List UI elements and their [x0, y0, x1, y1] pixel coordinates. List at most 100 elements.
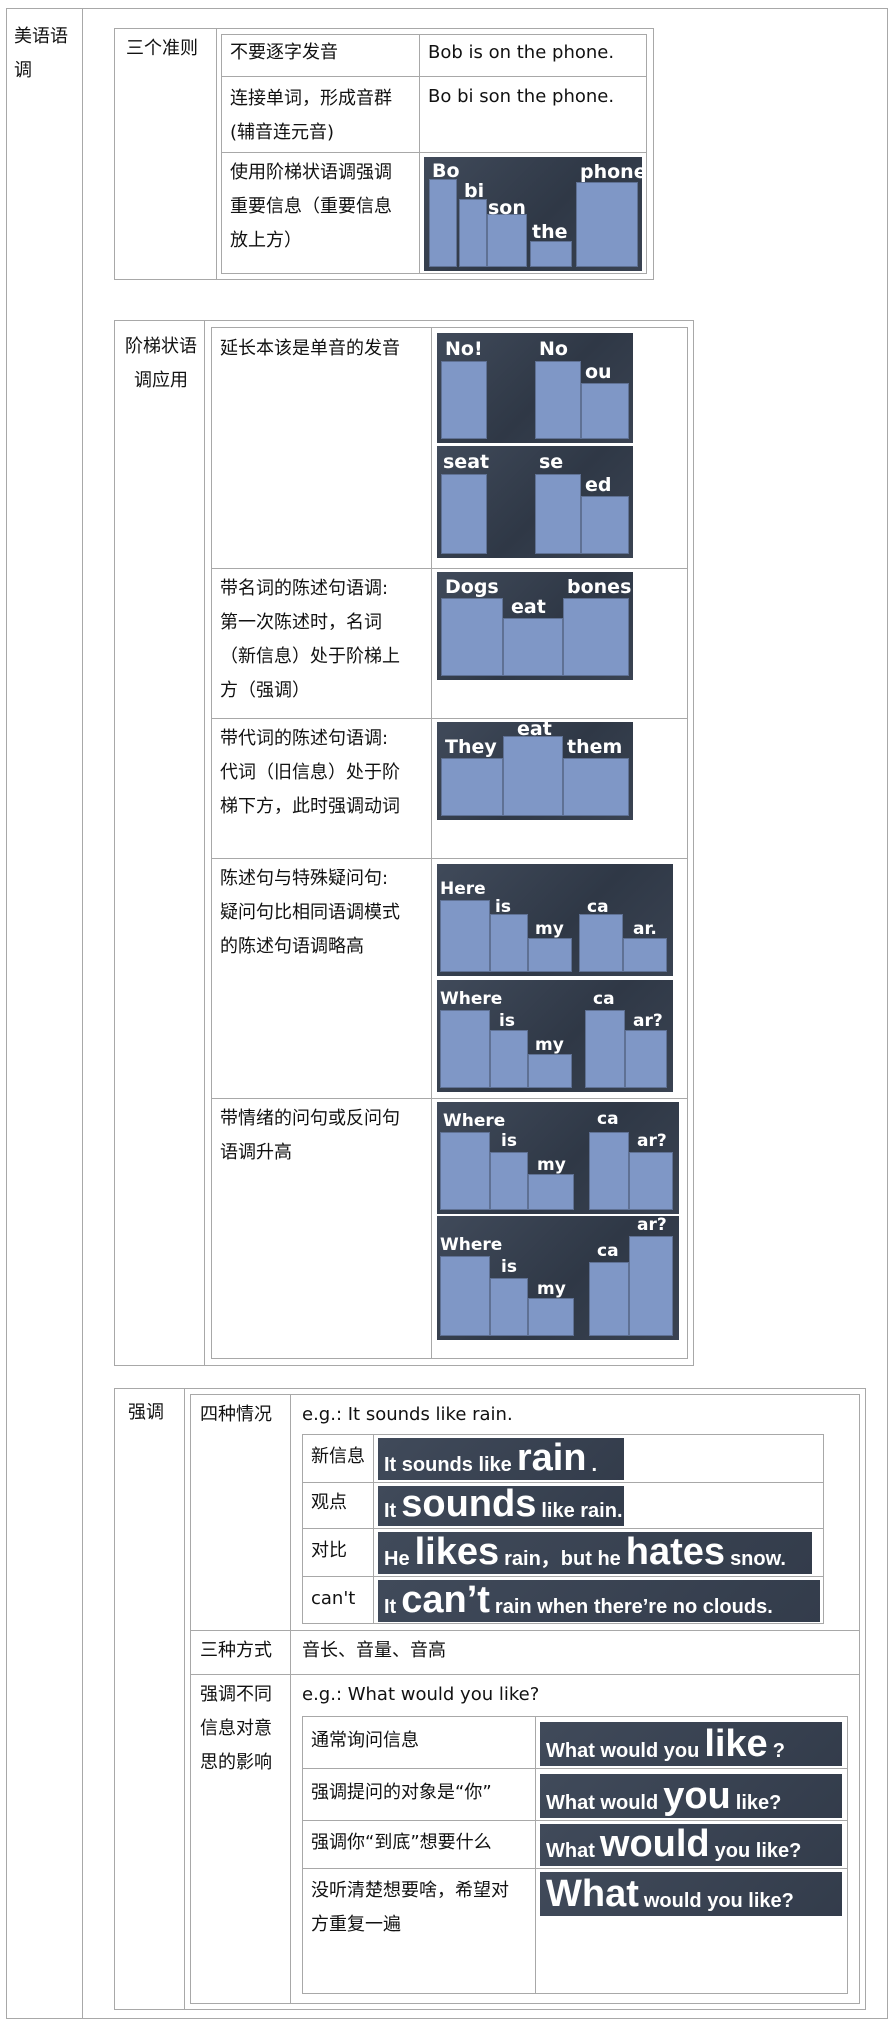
image-here: Here is my ca ar. [437, 864, 673, 976]
word: my [537, 1155, 566, 1175]
stair-5-desc: 带情绪的问句或反问句 语调升高 [220, 1108, 400, 1163]
word: ar? [637, 1216, 667, 1235]
word: ar. [633, 919, 657, 939]
word: se [539, 451, 564, 473]
meaning-example: e.g.: What would you like? [302, 1684, 540, 1705]
stressed-word: hates [625, 1531, 726, 1573]
rule-2-desc: 连接单词，形成音群 (辅音连元音) [230, 88, 392, 143]
ribbon-word: . [591, 1454, 598, 1476]
ribbon-word: like? [735, 1792, 782, 1814]
word: them [567, 736, 623, 758]
word: is [495, 897, 511, 917]
ribbon-word: ? [772, 1740, 785, 1762]
case-label-opinion: 观点 [311, 1492, 347, 1513]
ribbon-word: What would [546, 1792, 659, 1814]
ribbon-word: would you like? [643, 1890, 794, 1912]
ribbon-meaning-1: What would you like? [540, 1774, 842, 1818]
ribbon-word: rain，but he [504, 1548, 621, 1570]
word: my [535, 919, 564, 939]
ribbon-four-1: It sounds like rain. [378, 1483, 624, 1526]
ribbon-word: It sounds like [384, 1454, 512, 1476]
ribbon-word: What would you [546, 1740, 700, 1762]
ribbon-meaning-2: What would you like? [540, 1824, 842, 1866]
word: ca [597, 1241, 619, 1261]
word: ar? [637, 1131, 667, 1151]
image-dogs: Dogs eat bones [437, 572, 633, 680]
word: Dogs [445, 576, 499, 598]
stressed-word: sounds [401, 1483, 537, 1525]
meaning-row-3-label: 强调你“到底”想要什么 [311, 1832, 492, 1853]
word: is [499, 1011, 515, 1031]
word: bones [567, 576, 632, 598]
case-label-cant: can't [311, 1588, 356, 1609]
word: son [488, 197, 526, 219]
ribbon-word: It [384, 1596, 397, 1618]
word: Bo [432, 160, 460, 182]
word: the [532, 221, 568, 243]
word: ca [587, 897, 609, 917]
stressed-word: would [599, 1823, 710, 1865]
rule-1-desc: 不要逐字发音 [230, 42, 338, 63]
four-cases-example: e.g.: It sounds like rain. [302, 1404, 513, 1425]
stressed-word: What [546, 1873, 639, 1915]
ribbon-meaning-3: What would you like? [540, 1872, 842, 1916]
word: Where [440, 989, 503, 1009]
word: ca [597, 1109, 619, 1129]
image-they: They eat them [437, 722, 633, 820]
word: ed [585, 474, 612, 496]
ribbon-word: It [384, 1500, 397, 1522]
word: Here [440, 879, 486, 899]
rule-3-desc: 使用阶梯状语调强调 重要信息（重要信息 放上方） [230, 162, 392, 251]
ribbon-word: like rain. [541, 1500, 623, 1522]
word: Where [443, 1111, 506, 1131]
meaning-label: 强调不同 信息对意 思的影响 [200, 1684, 272, 1773]
stressed-word: can’t [401, 1579, 490, 1621]
ribbon-word: rain when there’re no clouds. [494, 1596, 773, 1618]
case-label-new-info: 新信息 [311, 1446, 365, 1467]
word: ou [585, 361, 612, 383]
word: bi [464, 180, 485, 202]
ribbon-meaning-0: What would you like? [540, 1722, 842, 1766]
word: No! [445, 338, 483, 360]
word: my [535, 1035, 564, 1055]
meaning-row-2-label: 强调提问的对象是“你” [311, 1782, 492, 1803]
stair-3-desc: 带代词的陈述句语调: 代词（旧信息）处于阶 梯下方，此时强调动词 [220, 728, 400, 817]
word: is [501, 1257, 517, 1277]
word: phone [580, 161, 642, 183]
word: Where [440, 1235, 503, 1255]
stressed-word: likes [414, 1531, 500, 1573]
outer-label: 美语语调 [14, 26, 68, 81]
word: eat [517, 722, 552, 740]
meaning-row-4-label: 没听清楚想要啥，希望对 方重复一遍 [311, 1880, 509, 1935]
image-where-2: Where is my ca ar? [437, 1102, 679, 1214]
ribbon-four-2: He likes rain，but he hates snow. [378, 1532, 812, 1574]
word: my [537, 1279, 566, 1299]
four-cases-label: 四种情况 [200, 1404, 272, 1425]
image-where-1: Where is my ca ar? [437, 980, 673, 1092]
stair-1-desc: 延长本该是单音的发音 [220, 338, 400, 359]
staircase-label: 阶梯状语 调应用 [125, 336, 197, 391]
ribbon-word: snow. [730, 1548, 786, 1570]
ribbon-four-3: It can’t rain when there’re no clouds. [378, 1580, 820, 1622]
image-no: No! No ou [437, 333, 633, 443]
rule-2-example: Bo bi son the phone. [428, 86, 615, 107]
word: ca [593, 989, 615, 1009]
three-ways-label: 三种方式 [200, 1640, 272, 1661]
rules-label: 三个准则 [126, 38, 198, 59]
ribbon-four-0: It sounds like rain. [378, 1438, 624, 1480]
image-where-3: Where is my ca ar? [437, 1216, 679, 1340]
word: They [445, 736, 497, 758]
stressed-word: rain [516, 1437, 587, 1479]
stair-2-desc: 带名词的陈述句语调: 第一次陈述时，名词 （新信息）处于阶梯上 方（强调） [220, 578, 400, 701]
ribbon-word: He [384, 1548, 410, 1570]
word: is [501, 1131, 517, 1151]
word: No [539, 338, 568, 360]
stair-4-desc: 陈述句与特殊疑问句: 疑问句比相同语调模式 的陈述句语调略高 [220, 868, 400, 957]
stress-label: 强调 [128, 1402, 164, 1423]
image-seat: seat se ed [437, 446, 633, 558]
three-ways-value: 音长、音量、音高 [302, 1640, 446, 1661]
case-label-contrast: 对比 [311, 1540, 347, 1561]
rule-1-example: Bob is on the phone. [428, 42, 615, 63]
ribbon-word: you like? [714, 1840, 802, 1862]
staircase-image-bobison: Bo bi son the phone [424, 157, 642, 271]
